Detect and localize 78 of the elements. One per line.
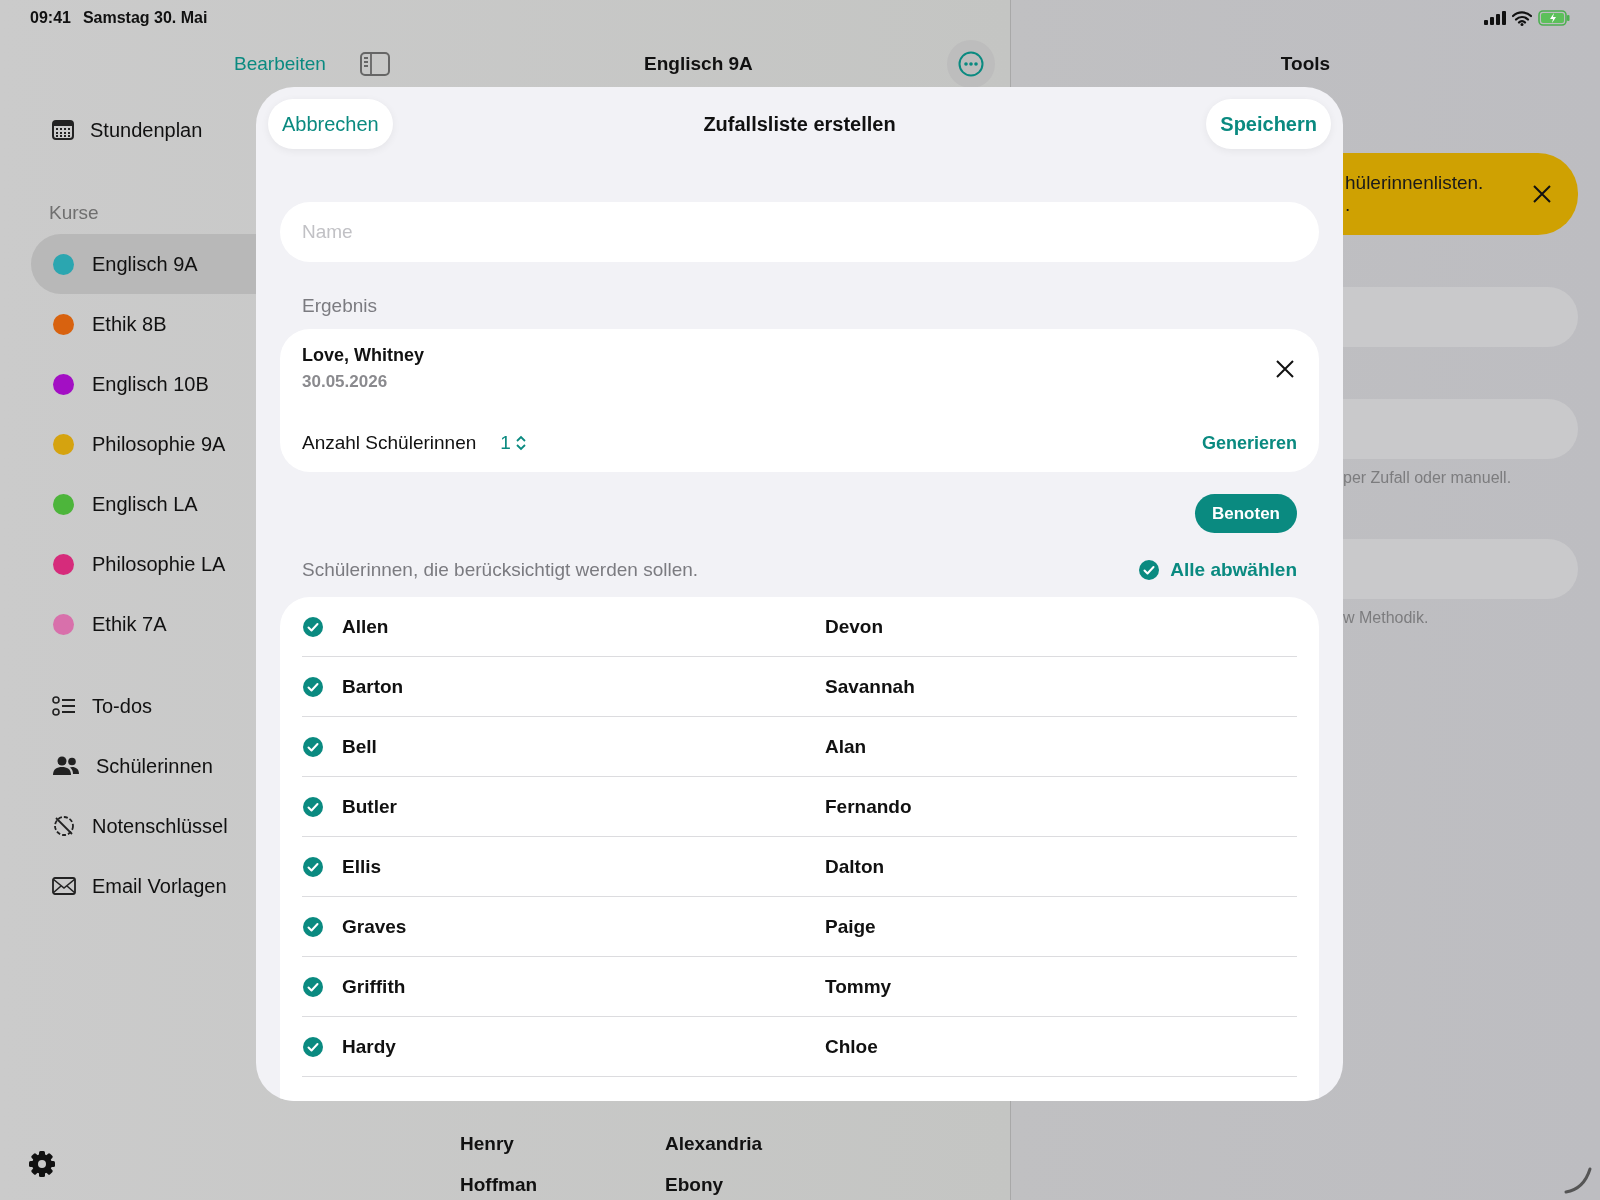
signal-icon: [1484, 11, 1506, 25]
corner-arc-icon: [1564, 1166, 1592, 1194]
student-first-name: Chloe: [825, 1035, 878, 1058]
student-first-name: Alan: [825, 735, 867, 758]
checkmark-circle-icon[interactable]: [302, 975, 324, 998]
sidebar-item[interactable]: Schülerinnen: [96, 754, 213, 778]
envelope-icon: [52, 877, 76, 895]
student-last-name: Hardy: [342, 1035, 397, 1058]
student-first-name: Tommy: [825, 975, 892, 998]
up-down-chevron-icon: [514, 434, 527, 452]
checklist-icon: [52, 695, 76, 717]
grade-button[interactable]: Benoten: [1195, 494, 1297, 533]
student-last-name: Henry: [460, 1133, 515, 1155]
course-item[interactable]: Englisch LA: [31, 474, 300, 534]
student-first-name: Savannah: [825, 675, 915, 698]
student-first-name: Dalton: [825, 855, 885, 878]
student-first-name: Devon: [825, 615, 884, 638]
result-name: Love, Whitney: [302, 345, 425, 366]
student-last-name: Barton: [342, 675, 405, 698]
cancel-button[interactable]: Abbrechen: [268, 99, 393, 149]
hint-text: Schülerinnen, die berücksichtigt werden sollen.: [302, 559, 700, 581]
count-stepper[interactable]: 1: [500, 432, 527, 454]
student-last-name: Graves: [342, 915, 408, 938]
course-item[interactable]: Ethik 8B: [31, 294, 300, 354]
sidebar-item[interactable]: Email Vorlagen: [92, 874, 227, 898]
student-first-name: Ebony: [665, 1174, 724, 1196]
panel-title: Tools: [1279, 52, 1332, 76]
ellipsis-circle-icon: [958, 51, 984, 77]
student-last-name: Bell: [342, 735, 378, 758]
sidebar-item[interactable]: Notenschlüssel: [92, 814, 228, 838]
tool-caption: per Zufall oder manuell.: [1343, 469, 1513, 487]
wifi-icon: [1512, 10, 1532, 26]
people-icon: [52, 756, 80, 776]
status-date: Samstag 30. Mai: [82, 9, 208, 27]
banner-text: hülerinnenlisten.: [1345, 172, 1485, 194]
checkmark-circle-icon[interactable]: [302, 675, 324, 698]
name-field[interactable]: Name: [280, 202, 1319, 262]
student-last-name: Butler: [342, 795, 398, 818]
checkmark-circle-icon[interactable]: [302, 1035, 324, 1058]
course-item[interactable]: Ethik 7A: [31, 594, 300, 654]
more-button[interactable]: [947, 40, 995, 88]
checkmark-circle-icon[interactable]: [302, 795, 324, 818]
banner-text: .: [1345, 194, 1352, 216]
student-last-name: Ellis: [342, 855, 383, 878]
checkmark-circle-icon[interactable]: [302, 615, 324, 638]
student-first-name: Alexandria: [665, 1133, 763, 1155]
calendar-icon: [52, 120, 74, 140]
tool-caption: w Methodik.: [1343, 609, 1430, 627]
status-time: 09:41: [30, 9, 71, 27]
dialog-title: Zufallsliste erstellen: [702, 112, 897, 136]
checkmark-circle-icon: [1138, 559, 1161, 581]
checkmark-circle-icon[interactable]: [302, 735, 324, 758]
save-button[interactable]: Speichern: [1206, 99, 1331, 149]
nav-title: Englisch 9A: [643, 53, 754, 75]
course-item[interactable]: Philosophie 9A: [31, 414, 300, 474]
course-item[interactable]: Englisch 10B: [31, 354, 300, 414]
checkmark-circle-icon[interactable]: [302, 855, 324, 878]
settings-icon[interactable]: [28, 1150, 56, 1178]
close-button[interactable]: [1275, 358, 1295, 379]
student-last-name: Hoffman: [460, 1174, 539, 1196]
count-label: Anzahl Schülerinnen: [302, 432, 477, 454]
student-last-name: Griffith: [342, 975, 407, 998]
slashed-circle-icon: [52, 814, 76, 838]
close-button[interactable]: [1532, 184, 1552, 204]
section-label: Ergebnis: [301, 294, 378, 318]
battery-icon: [1538, 10, 1570, 26]
checkmark-circle-icon[interactable]: [302, 915, 324, 938]
sidebar-item[interactable]: Stundenplan: [90, 118, 203, 142]
generate-button[interactable]: Generieren: [1201, 432, 1297, 454]
sidebar-item[interactable]: To-dos: [92, 694, 153, 718]
student-last-name: Allen: [342, 615, 390, 638]
student-first-name: Fernando: [825, 795, 912, 818]
result-date: 30.05.2026: [302, 372, 389, 392]
sidebar-toggle-icon[interactable]: [359, 52, 390, 76]
student-first-name: Paige: [825, 915, 876, 938]
deselect-all-button[interactable]: Alle abwählen: [1138, 559, 1297, 581]
section-title: Kurse: [48, 201, 100, 225]
course-item[interactable]: Philosophie LA: [31, 534, 300, 594]
